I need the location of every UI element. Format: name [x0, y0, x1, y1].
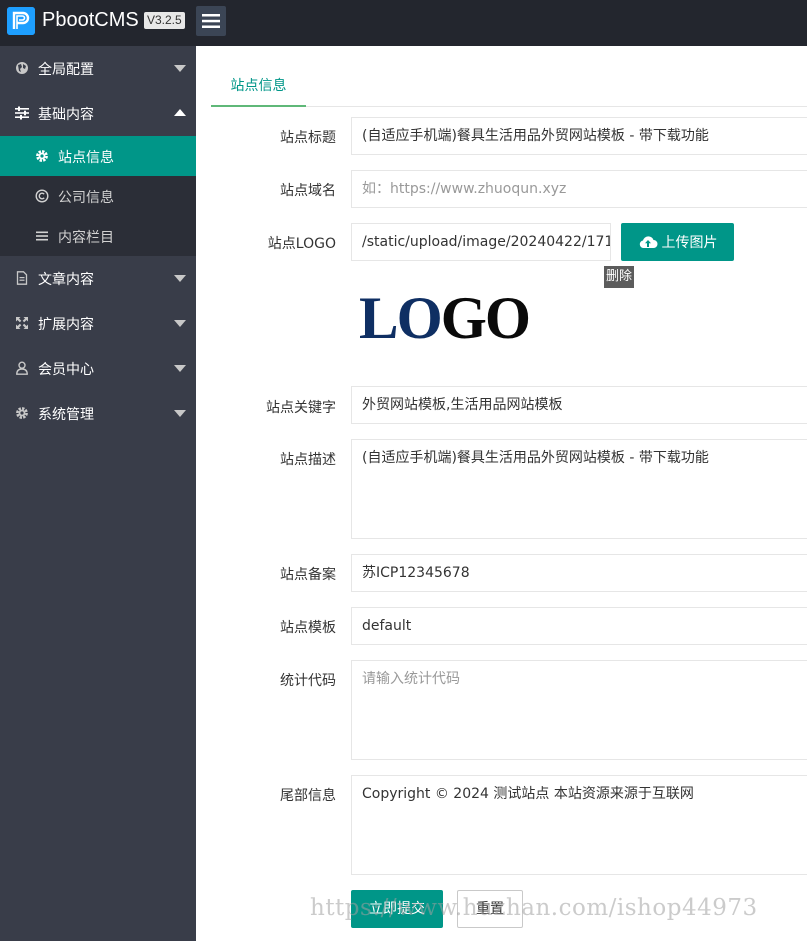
- chevron-down-icon: [174, 320, 186, 327]
- tab-site-info[interactable]: 站点信息: [211, 66, 306, 107]
- sidebar-subitem-company-info[interactable]: 公司信息: [0, 176, 196, 216]
- sidebar-item-label: 扩展内容: [38, 317, 94, 333]
- sidebar-subitem-site-info[interactable]: 站点信息: [0, 136, 196, 176]
- sidebar-item-label: 基础内容: [38, 107, 94, 123]
- main-content: 站点信息 站点标题 (自适应手机端)餐具生活用品外贸网站模板 - 带下载功能 站…: [196, 46, 807, 941]
- site-domain-label: 站点域名: [280, 183, 336, 199]
- expand-icon: [16, 317, 28, 329]
- sidebar-subitem-label: 公司信息: [58, 190, 114, 206]
- site-icp-input[interactable]: 苏ICP12345678: [351, 554, 807, 592]
- upload-image-label: 上传图片: [661, 235, 718, 251]
- sidebar-item-basic-content[interactable]: 基础内容: [0, 91, 196, 136]
- logo-preview-image: LOGO: [359, 286, 531, 346]
- globe-icon: [16, 62, 28, 74]
- chevron-down-icon: [174, 275, 186, 282]
- sidebar-submenu: 站点信息 公司信息 内容栏目: [0, 136, 196, 256]
- sidebar-item-extend-content[interactable]: 扩展内容: [0, 301, 196, 346]
- file-icon: [16, 271, 28, 285]
- app-logo-icon: [7, 7, 35, 35]
- cloud-upload-icon: [639, 236, 657, 248]
- menu-toggle-button[interactable]: [196, 6, 226, 36]
- upload-image-button[interactable]: 上传图片: [621, 223, 734, 261]
- gear-icon: [36, 150, 48, 162]
- sidebar-item-global-config[interactable]: 全局配置: [0, 46, 196, 91]
- site-domain-input[interactable]: 如：https://www.zhuoqun.xyz: [351, 170, 807, 208]
- site-keywords-input[interactable]: 外贸网站模板,生活用品网站模板: [351, 386, 807, 424]
- version-badge: V3.2.5: [144, 12, 185, 29]
- reset-button[interactable]: 重置: [457, 890, 523, 928]
- site-template-label: 站点模板: [280, 620, 336, 636]
- footer-info-label: 尾部信息: [280, 788, 336, 804]
- stats-code-label: 统计代码: [280, 673, 336, 689]
- sidebar-subitem-label: 内容栏目: [58, 230, 114, 246]
- user-icon: [16, 361, 28, 375]
- site-logo-input[interactable]: /static/upload/image/20240422/1713780: [351, 223, 611, 261]
- site-logo-label: 站点LOGO: [267, 236, 336, 252]
- sidebar-item-article-content[interactable]: 文章内容: [0, 256, 196, 301]
- sidebar-item-label: 文章内容: [38, 272, 94, 288]
- chevron-down-icon: [174, 365, 186, 372]
- list-icon: [36, 231, 48, 241]
- sliders-icon: [15, 106, 29, 120]
- gear-icon: [16, 407, 28, 419]
- sidebar-subitem-label: 站点信息: [58, 150, 114, 166]
- app-name: PbootCMS: [42, 9, 139, 31]
- delete-logo-button[interactable]: 删除: [604, 266, 635, 288]
- sidebar-item-label: 全局配置: [38, 62, 94, 78]
- sidebar-subitem-content-columns[interactable]: 内容栏目: [0, 216, 196, 256]
- site-description-textarea[interactable]: (自适应手机端)餐具生活用品外贸网站模板 - 带下载功能: [351, 439, 807, 539]
- sidebar-item-label: 会员中心: [38, 362, 94, 378]
- chevron-up-icon: [174, 109, 186, 116]
- submit-button[interactable]: 立即提交: [351, 890, 443, 928]
- svg-text:LOGO: LOGO: [359, 286, 529, 346]
- chevron-down-icon: [174, 410, 186, 417]
- site-icp-label: 站点备案: [280, 567, 336, 583]
- sidebar-item-member-center[interactable]: 会员中心: [0, 346, 196, 391]
- site-description-label: 站点描述: [280, 452, 336, 468]
- sidebar-item-label: 系统管理: [38, 407, 94, 423]
- site-keywords-label: 站点关键字: [266, 400, 336, 416]
- stats-code-textarea[interactable]: 请输入统计代码: [351, 660, 807, 760]
- footer-info-textarea[interactable]: Copyright © 2024 测试站点 本站资源来源于互联网: [351, 775, 807, 875]
- chevron-down-icon: [174, 65, 186, 72]
- site-template-input[interactable]: default: [351, 607, 807, 645]
- copyright-icon: [35, 189, 49, 203]
- hamburger-icon: [202, 14, 220, 28]
- sidebar: 全局配置 基础内容 站点信息 公司信息 内容栏目 文章内容 扩展内容 会员中心 …: [0, 46, 196, 941]
- site-title-label: 站点标题: [280, 130, 336, 146]
- top-header: PbootCMS V3.2.5: [0, 0, 807, 46]
- sidebar-item-system-management[interactable]: 系统管理: [0, 391, 196, 436]
- tab-bar: 站点信息: [211, 66, 807, 107]
- site-title-input[interactable]: (自适应手机端)餐具生活用品外贸网站模板 - 带下载功能: [351, 117, 807, 155]
